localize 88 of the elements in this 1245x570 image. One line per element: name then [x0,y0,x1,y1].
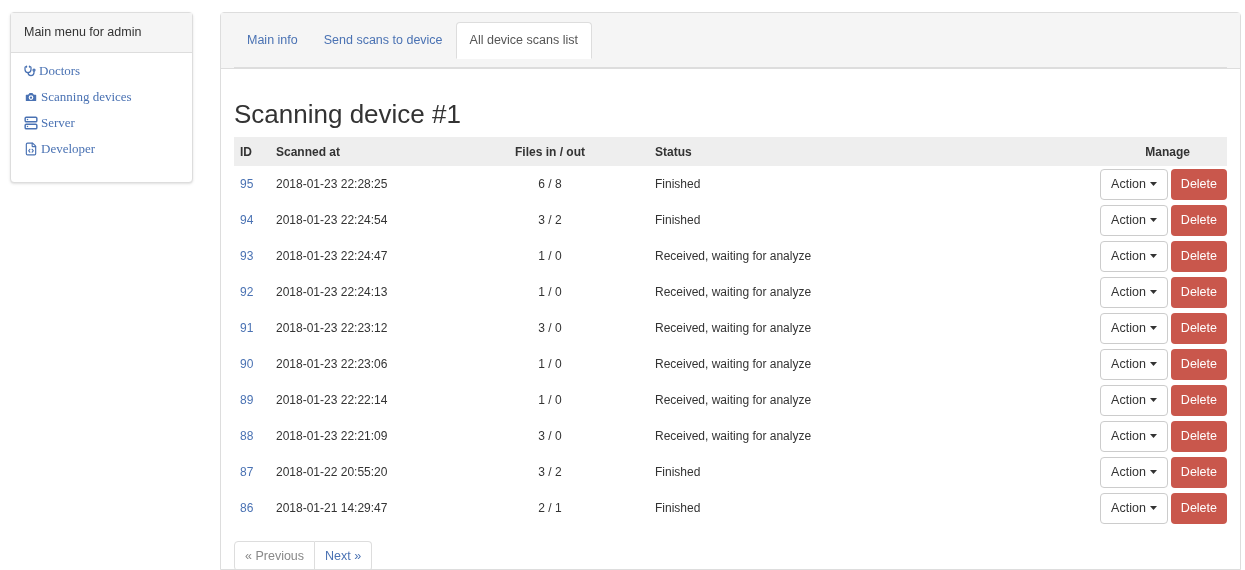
delete-button[interactable]: Delete [1170,456,1227,488]
scan-time: 2018-01-23 22:23:06 [276,357,388,371]
column-header: Files in / out [470,137,630,166]
delete-button[interactable]: Delete [1170,312,1227,344]
action-dropdown[interactable]: Action [1100,492,1168,524]
caret-icon [1149,182,1157,186]
caret-icon [1149,326,1157,330]
status-text: Received, waiting for analyze [655,429,812,443]
id-link[interactable]: 87 [240,465,254,479]
status-text: Finished [655,501,701,515]
status-text: Received, waiting for analyze [655,321,812,335]
status-text: Finished [655,465,701,479]
scan-time: 2018-01-21 14:29:47 [276,501,388,515]
delete-button[interactable]: Delete [1170,348,1227,380]
id-link[interactable]: 86 [240,501,254,515]
action-dropdown[interactable]: Action [1100,276,1168,308]
action-dropdown[interactable]: Action [1100,384,1168,416]
status-text: Received, waiting for analyze [655,357,812,371]
action-dropdown[interactable]: Action [1100,312,1168,344]
code-file-icon [24,141,38,156]
scan-time: 2018-01-23 22:24:54 [276,213,388,227]
delete-button[interactable]: Delete [1170,204,1227,236]
id-link[interactable]: 92 [240,285,254,299]
scan-time: 2018-01-23 22:23:12 [276,321,388,335]
id-link[interactable]: 88 [240,429,254,443]
file-count: 1 / 0 [538,285,562,299]
tab[interactable]: Send scans to device [310,22,456,59]
id-link[interactable]: 95 [240,177,254,191]
caret-icon [1149,398,1157,402]
status-text: Received, waiting for analyze [655,393,812,407]
action-dropdown[interactable]: Action [1100,420,1168,452]
scan-time: 2018-01-23 22:24:47 [276,249,388,263]
delete-button[interactable]: Delete [1170,240,1227,272]
action-dropdown[interactable]: Action [1100,168,1168,200]
id-link[interactable]: 89 [240,393,254,407]
sidebar-link[interactable]: Scanning devices [24,88,132,105]
action-dropdown[interactable]: Action [1100,348,1168,380]
caret-icon [1149,470,1157,474]
tab[interactable]: All device scans list [455,22,592,59]
scan-time: 2018-01-23 22:21:09 [276,429,388,443]
caret-icon [1149,254,1157,258]
caret-icon [1149,290,1157,294]
delete-button[interactable]: Delete [1170,492,1227,524]
file-count: 3 / 0 [538,321,562,335]
column-header: Status [630,137,1000,166]
sidebar-link[interactable]: Server [24,114,75,131]
file-count: 6 / 8 [538,177,562,191]
id-link[interactable]: 94 [240,213,254,227]
file-count: 2 / 1 [538,501,562,515]
id-link[interactable]: 90 [240,357,254,371]
scan-time: 2018-01-22 20:55:20 [276,465,388,479]
file-count: 3 / 2 [538,465,562,479]
delete-button[interactable]: Delete [1170,420,1227,452]
action-dropdown[interactable]: Action [1100,240,1168,272]
caret-icon [1149,506,1157,510]
caret-icon [1149,218,1157,222]
pagination-link[interactable]: Next » [315,541,373,570]
file-count: 3 / 2 [538,213,562,227]
file-count: 3 / 0 [538,429,562,443]
sidebar-link[interactable]: Doctors [24,62,81,79]
file-count: 1 / 0 [538,249,562,263]
stethoscope-icon [24,64,36,77]
delete-button[interactable]: Delete [1170,168,1227,200]
action-dropdown[interactable]: Action [1100,456,1168,488]
scan-time: 2018-01-23 22:24:13 [276,285,388,299]
file-count: 1 / 0 [538,357,562,371]
status-text: Received, waiting for analyze [655,249,812,263]
delete-button[interactable]: Delete [1170,384,1227,416]
status-text: Finished [655,213,701,227]
id-link[interactable]: 93 [240,249,254,263]
tab[interactable]: Main info [234,22,311,59]
id-link[interactable]: 91 [240,321,254,335]
column-header: Scanned at [270,137,470,166]
caret-icon [1149,362,1157,366]
scan-time: 2018-01-23 22:28:25 [276,177,388,191]
status-text: Finished [655,177,701,191]
sidebar-title: Main menu for admin [11,13,192,53]
status-text: Received, waiting for analyze [655,285,812,299]
column-header: ID [234,137,270,166]
scan-time: 2018-01-23 22:22:14 [276,393,388,407]
delete-button[interactable]: Delete [1170,276,1227,308]
file-count: 1 / 0 [538,393,562,407]
sidebar-link[interactable]: Developer [24,140,96,157]
action-dropdown[interactable]: Action [1100,204,1168,236]
server-icon [24,115,38,130]
page-heading: Scanning device #1 [234,99,462,129]
column-header: Manage [999,137,1227,166]
caret-icon [1149,434,1157,438]
